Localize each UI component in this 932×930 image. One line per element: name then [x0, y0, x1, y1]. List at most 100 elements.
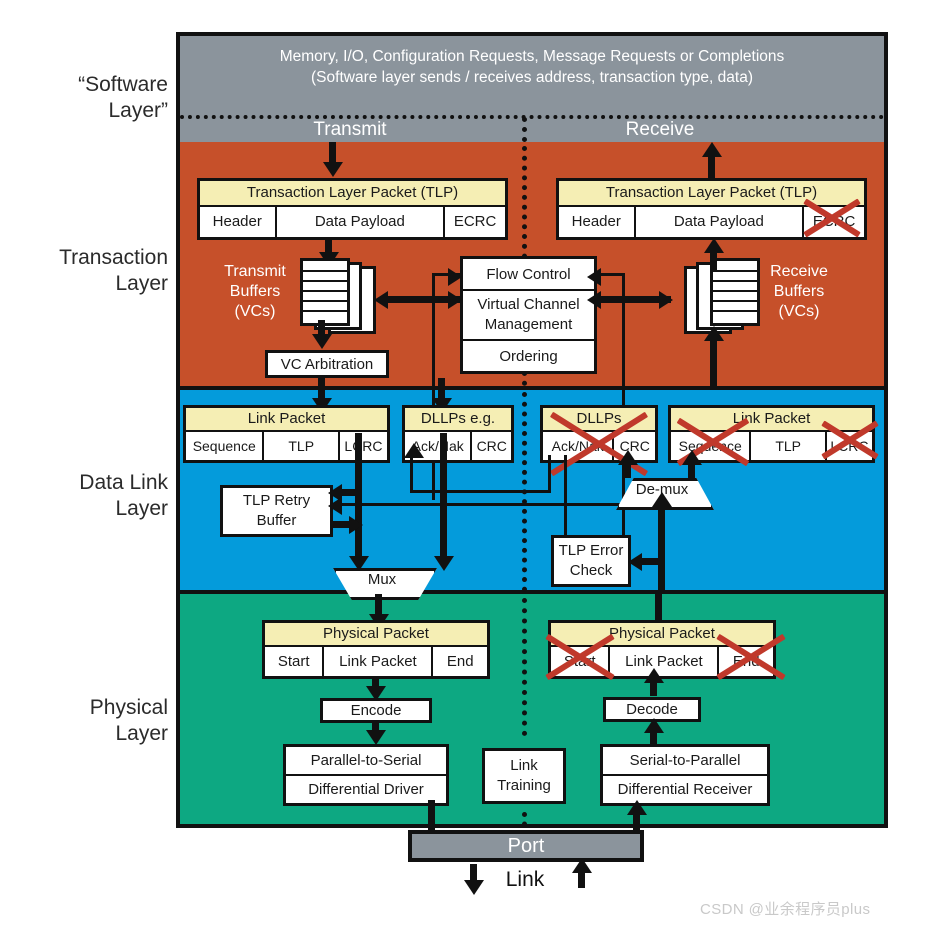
rx-physical-interface-stack: Serial-to-Parallel Differential Receiver — [600, 744, 770, 806]
parallel-to-serial-label: Parallel-to-Serial — [310, 752, 422, 769]
mux-label: Mux — [367, 571, 397, 588]
tx-physical-packet-fields: Start Link Packet End — [265, 647, 487, 676]
tx-tlp-field-header: Header — [200, 207, 277, 237]
tx-link-field-tlp: TLP — [264, 432, 340, 460]
link-label: Link — [505, 868, 545, 891]
arrow-decode-to-physical-packet-tip — [644, 668, 664, 683]
rx-tlp-field-header: Header — [559, 207, 636, 237]
link-training-line2: Training — [497, 777, 551, 794]
tlp-error-check-line1: TLP Error — [558, 542, 624, 559]
tx-buffer-slots — [303, 261, 347, 323]
tx-transaction-layer-packet: Transaction Layer Packet (TLP) Header Da… — [197, 178, 508, 240]
acknak-feed-tip — [404, 443, 424, 458]
arrow-link-down-tip — [464, 880, 484, 895]
tx-buffers-caption-line2: Buffers — [229, 283, 281, 300]
side-label-physical: Physical Layer — [28, 695, 168, 747]
arrow-center-rx-buffers-tip-left — [587, 291, 601, 309]
rx-buffer-card-1 — [710, 258, 760, 326]
tlp-retry-buffer-box: TLP Retry Buffer — [220, 485, 333, 537]
flow-control-box: Flow Control — [463, 259, 594, 289]
transmit-receive-strip: Transmit Receive — [180, 117, 884, 142]
arrow-buffers-to-arbitration-tip — [312, 334, 332, 349]
side-label-transaction-line2: Layer — [115, 272, 168, 295]
rx-physical-field-link-packet: Link Packet — [610, 647, 720, 676]
rx-buffers-caption: Receive Buffers (VCs) — [756, 262, 842, 322]
arrow-physical-to-demux-tip — [652, 492, 672, 507]
tx-tlp-title: Transaction Layer Packet (TLP) — [200, 181, 505, 207]
acknak-feed-riser — [548, 455, 551, 493]
side-label-transaction-line1: Transaction — [59, 246, 168, 269]
x-mark-rx-physical-start — [541, 626, 619, 688]
tx-tlp-field-payload: Data Payload — [277, 207, 446, 237]
rx-link-field-tlp: TLP — [751, 432, 827, 460]
tx-physical-field-start: Start — [265, 647, 325, 676]
tx-physical-field-end: End — [446, 653, 474, 670]
flowcontrol-right-feed-h — [597, 273, 625, 276]
pcie-layer-diagram: Memory, I/O, Configuration Requests, Mes… — [0, 0, 932, 930]
flowcontrol-left-feed-v — [432, 273, 435, 500]
flowcontrol-right-feed-tip — [587, 268, 601, 286]
differential-driver-label: Differential Driver — [308, 781, 424, 798]
vcm-label-line2: Management — [484, 316, 573, 333]
differential-receiver-label: Differential Receiver — [617, 781, 753, 798]
arrow-trunk-to-retry-buffer-bar — [340, 489, 358, 496]
arrow-deserializer-to-decode-tip — [644, 718, 664, 733]
side-label-software: “Software Layer” — [28, 72, 168, 124]
tx-link-field-sequence: Sequence — [186, 432, 265, 460]
tx-dllp-field-crc: CRC — [476, 438, 507, 454]
tx-tlp-fields: Header Data Payload ECRC — [200, 207, 505, 237]
tx-link-packet-title: Link Packet — [186, 408, 387, 432]
encode-box: Encode — [320, 698, 432, 723]
arrow-trunk-to-error-check-bar — [642, 558, 658, 565]
tx-dllp-to-mux-tip — [434, 556, 454, 571]
error-check-to-dllp-riser — [564, 455, 567, 543]
flow-control-label: Flow Control — [486, 265, 571, 283]
lcrc-to-mux-trunk — [355, 433, 362, 560]
tx-buffer-card-1 — [300, 258, 350, 326]
software-layer-line-1: Memory, I/O, Configuration Requests, Mes… — [279, 48, 785, 65]
tlp-error-check-line2: Check — [569, 562, 613, 579]
tlp-retry-buffer-line2: Buffer — [256, 512, 297, 529]
tx-physical-field-link-packet: Link Packet — [324, 647, 434, 676]
software-layer-line-2: (Software layer sends / receives address… — [311, 69, 753, 86]
retry-buffer-feedback-tip — [328, 497, 342, 515]
arrow-demux-to-rx-link-tip — [682, 450, 702, 465]
arrow-rx-buffers-to-tlp-stem — [710, 252, 717, 270]
receive-label: Receive — [625, 119, 695, 140]
side-label-datalink-line1: Data Link — [79, 471, 168, 494]
port-label: Port — [507, 834, 545, 857]
vc-arbitration-box: VC Arbitration — [265, 350, 389, 378]
differential-driver-box: Differential Driver — [286, 774, 446, 803]
tx-dllp-title: DLLPs e.g. — [405, 408, 511, 432]
serial-to-parallel-label: Serial-to-Parallel — [629, 752, 741, 769]
encode-label: Encode — [350, 702, 402, 719]
side-label-transaction: Transaction Layer — [28, 245, 168, 297]
side-label-physical-line1: Physical — [89, 696, 168, 719]
decode-label: Decode — [626, 701, 678, 718]
arrow-tx-buffers-center-tip-left — [374, 291, 388, 309]
tlp-retry-buffer-line1: TLP Retry — [242, 492, 311, 509]
arrow-software-to-tlp-stem — [329, 142, 336, 164]
tx-tlp-field-ecrc: ECRC — [453, 213, 497, 230]
tlp-error-check-box: TLP Error Check — [551, 535, 631, 587]
acknak-feed-vertical — [410, 455, 413, 493]
link-training-line1: Link — [510, 757, 538, 774]
side-label-software-line1: “Software — [78, 73, 168, 96]
arrow-retry-buffer-to-trunk-tip — [349, 516, 363, 534]
arrow-port-to-receiver-tip — [627, 800, 647, 815]
arrow-rx-tlp-to-software-stem — [708, 155, 715, 180]
x-mark-rx-dllp — [543, 411, 655, 477]
arrow-encode-to-serializer-tip — [366, 730, 386, 745]
arrow-datalink-to-rx-buffers-stem — [710, 340, 717, 386]
link-training-box: Link Training — [482, 748, 566, 804]
acknak-feed-horizontal — [410, 490, 550, 493]
vcm-label-line1: Virtual Channel — [477, 296, 580, 313]
differential-receiver-box: Differential Receiver — [603, 774, 767, 803]
arrow-datalink-to-rx-buffers-tip — [704, 326, 724, 341]
rx-buffers-caption-line3: (VCs) — [778, 303, 820, 320]
arrow-physical-to-demux-trunk — [658, 504, 665, 594]
parallel-to-serial-box: Parallel-to-Serial — [286, 747, 446, 774]
arrow-trunk-to-error-check-tip — [628, 553, 642, 571]
virtual-channel-management-box: Virtual Channel Management — [463, 289, 594, 339]
vc-arbitration-label: VC Arbitration — [280, 355, 374, 373]
